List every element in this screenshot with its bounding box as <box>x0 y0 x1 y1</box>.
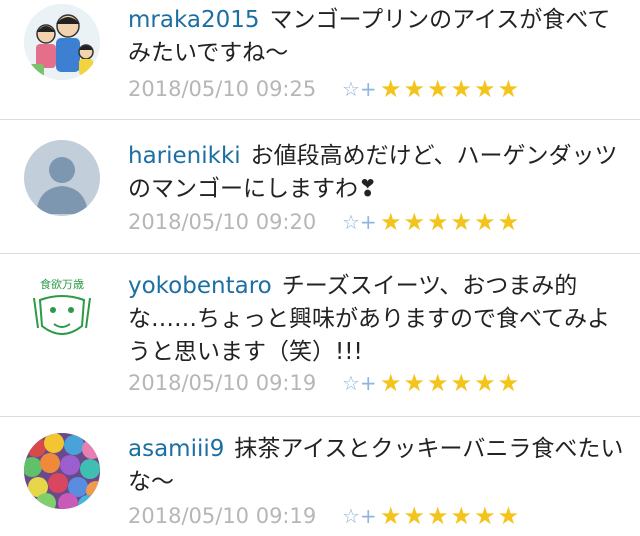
comment-text: yokobentaro チーズスイーツ、おつまみ的な……ちょっと興味がありますので… <box>128 270 628 369</box>
comment-meta: 2018/05/10 09:19 ☆+ ★★★★★★ <box>128 366 521 400</box>
add-star-icon[interactable]: ☆+ <box>342 210 380 234</box>
avatar[interactable]: 食欲万歳 <box>24 270 100 346</box>
comment-meta: 2018/05/10 09:19 ☆+ ★★★★★★ <box>128 499 521 533</box>
comment-meta: 2018/05/10 09:25 ☆+ ★★★★★★ <box>128 72 521 106</box>
avatar[interactable] <box>24 140 100 216</box>
username-link[interactable]: mraka2015 <box>128 7 260 33</box>
comment-text: harienikki お値段高めだけど、ハーゲンダッツのマンゴーにしますわ❣ <box>128 140 628 206</box>
avatar[interactable] <box>24 433 100 509</box>
star-rating: ★★★★★★ <box>380 208 522 236</box>
star-rating: ★★★★★★ <box>380 75 522 103</box>
timestamp: 2018/05/10 09:20 <box>128 210 317 234</box>
timestamp: 2018/05/10 09:25 <box>128 77 317 101</box>
username-link[interactable]: asamiii9 <box>128 436 224 462</box>
comment-meta: 2018/05/10 09:20 ☆+ ★★★★★★ <box>128 205 521 239</box>
star-rating: ★★★★★★ <box>380 502 522 530</box>
comment-item: asamiii9 抹茶アイスとクッキーバニラ食べたいな〜 2018/05/10 0… <box>0 417 640 536</box>
comment-text: mraka2015 マンゴープリンのアイスが食べてみたいですね〜 <box>128 4 628 70</box>
timestamp: 2018/05/10 09:19 <box>128 504 317 528</box>
comment-item: mraka2015 マンゴープリンのアイスが食べてみたいですね〜 2018/05/… <box>0 0 640 120</box>
avatar-stamp-text: 食欲万歳 <box>40 277 84 291</box>
avatar[interactable] <box>24 4 100 80</box>
add-star-icon[interactable]: ☆+ <box>342 371 380 395</box>
comment-item: 食欲万歳 yokobentaro チーズスイーツ、おつまみ的な……ちょっと興味があ… <box>0 254 640 417</box>
star-rating: ★★★★★★ <box>380 369 522 397</box>
comment-item: harienikki お値段高めだけど、ハーゲンダッツのマンゴーにしますわ❣ 20… <box>0 120 640 254</box>
username-link[interactable]: harienikki <box>128 143 241 169</box>
username-link[interactable]: yokobentaro <box>128 273 272 299</box>
timestamp: 2018/05/10 09:19 <box>128 371 317 395</box>
add-star-icon[interactable]: ☆+ <box>342 504 380 528</box>
comment-text: asamiii9 抹茶アイスとクッキーバニラ食べたいな〜 <box>128 433 628 499</box>
add-star-icon[interactable]: ☆+ <box>342 77 380 101</box>
